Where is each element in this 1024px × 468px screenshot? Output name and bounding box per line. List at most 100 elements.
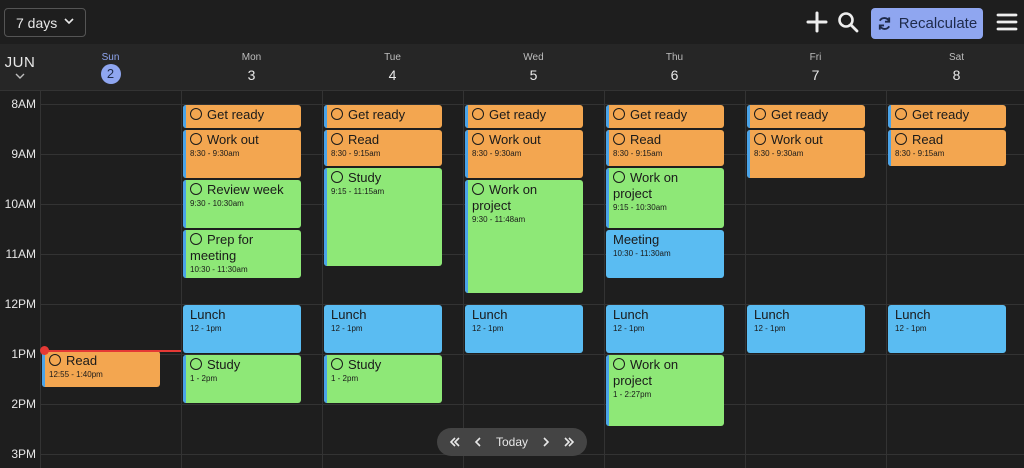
chevron-right-icon[interactable] [540,436,552,448]
event-time: 1 - 2pm [190,374,218,383]
event-read[interactable]: Read 12:55 - 1:40pm [42,351,160,387]
event-title: Get ready [331,107,436,123]
event-work-out[interactable]: Work out 8:30 - 9:30am [183,130,301,178]
event-study[interactable]: Study 1 - 2pm [183,355,301,403]
day-header-fri[interactable]: Fri 7 [745,44,886,83]
event-lunch[interactable]: Lunch 12 - 1pm [747,305,865,353]
event-title: Review week [190,182,295,198]
day-number: 3 [247,67,256,83]
day-header-sun[interactable]: Sun 2 [40,44,181,84]
calendar-grid[interactable]: 8AM 9AM 10AM 11AM 12PM 1PM 2PM 3PM Read 12:55 - 1… [0,90,1024,468]
task-checkbox-icon[interactable] [613,358,625,370]
event-title: Work out [754,132,859,148]
event-read[interactable]: Read 8:30 - 9:15am [888,130,1006,166]
event-lunch[interactable]: Lunch 12 - 1pm [465,305,583,353]
event-time: 9:30 - 10:30am [190,199,244,208]
day-name: Sun [101,52,120,63]
double-chevron-left-icon[interactable] [449,436,461,448]
event-prep-for-meeting[interactable]: Prep for meeting 10:30 - 11:30am [183,230,301,278]
top-toolbar: 7 days Recalculate [0,0,1024,44]
event-get-ready[interactable]: Get ready [324,105,442,128]
day-header-wed[interactable]: Wed 5 [463,44,604,83]
day-header-sat[interactable]: Sat 8 [886,44,1024,83]
hour-label: 11AM [5,247,36,261]
event-lunch[interactable]: Lunch 12 - 1pm [324,305,442,353]
double-chevron-right-icon[interactable] [563,436,575,448]
hour-label: 12PM [4,297,36,311]
event-lunch[interactable]: Lunch 12 - 1pm [606,305,724,353]
event-get-ready[interactable]: Get ready [465,105,583,128]
day-number: 6 [670,67,679,83]
task-checkbox-icon[interactable] [190,183,202,195]
task-checkbox-icon[interactable] [613,133,625,145]
view-range-select[interactable]: 7 days [4,8,86,37]
event-time: 1 - 2pm [331,374,359,383]
event-work-on-project[interactable]: Work on project 9:30 - 11:48am [465,180,583,293]
day-header-tue[interactable]: Tue 4 [322,44,463,83]
day-header-thu[interactable]: Thu 6 [604,44,745,83]
event-study[interactable]: Study 1 - 2pm [324,355,442,403]
today-button[interactable]: Today [496,435,528,449]
recalculate-button[interactable]: Recalculate [871,8,983,39]
event-work-out[interactable]: Work out 8:30 - 9:30am [465,130,583,178]
event-time: 9:15 - 10:30am [613,202,667,212]
hour-label: 3PM [11,447,36,461]
plus-icon[interactable] [805,10,829,34]
event-lunch[interactable]: Lunch 12 - 1pm [183,305,301,353]
task-checkbox-icon[interactable] [190,108,202,120]
event-work-on-project[interactable]: Work on project 1 - 2:27pm [606,355,724,426]
event-read[interactable]: Read 8:30 - 9:15am [606,130,724,166]
task-checkbox-icon[interactable] [49,354,61,366]
hamburger-menu-icon[interactable] [995,10,1019,34]
event-study[interactable]: Study 9:15 - 11:15am [324,167,442,266]
task-checkbox-icon[interactable] [331,108,343,120]
event-title: Get ready [472,107,577,123]
event-title: Prep for meeting [190,232,254,263]
task-checkbox-icon[interactable] [472,183,484,195]
event-title: Study [331,170,436,186]
event-time: 10:30 - 11:30am [613,249,671,258]
event-meeting[interactable]: Meeting 10:30 - 11:30am [606,230,724,278]
event-get-ready[interactable]: Get ready [747,105,865,128]
event-get-ready[interactable]: Get ready [183,105,301,128]
day-header-mon[interactable]: Mon 3 [181,44,322,83]
month-label[interactable]: JUN [0,54,40,71]
task-checkbox-icon[interactable] [331,170,343,183]
day-header: JUN Sun 2 Mon 3 Tue 4 Wed 5 Thu 6 Fri 7 Sat 8 [0,44,1024,91]
day-number: 8 [952,67,961,83]
chevron-left-icon[interactable] [472,436,484,448]
task-checkbox-icon[interactable] [331,133,343,145]
day-column-divider [604,90,605,468]
event-work-on-project[interactable]: Work on project 9:15 - 10:30am [606,167,724,228]
search-icon[interactable] [836,10,860,34]
event-time: 9:15 - 11:15am [331,186,385,196]
task-checkbox-icon[interactable] [190,358,202,370]
task-checkbox-icon[interactable] [190,133,202,145]
event-read[interactable]: Read 8:30 - 9:15am [324,130,442,166]
task-checkbox-icon[interactable] [472,133,484,145]
event-review-week[interactable]: Review week 9:30 - 10:30am [183,180,301,228]
event-time: 12 - 1pm [895,324,927,333]
task-checkbox-icon[interactable] [472,108,484,120]
task-checkbox-icon[interactable] [613,170,625,183]
event-time: 12 - 1pm [472,324,504,333]
refresh-icon [878,17,890,30]
chevron-down-icon[interactable] [14,72,26,81]
event-get-ready[interactable]: Get ready [888,105,1006,128]
event-title: Work on project [613,357,679,388]
task-checkbox-icon[interactable] [895,133,907,145]
current-time-line [44,350,181,352]
event-lunch[interactable]: Lunch 12 - 1pm [888,305,1006,353]
event-title: Work on project [472,182,538,213]
event-title: Study [190,357,295,373]
task-checkbox-icon[interactable] [754,133,766,145]
event-get-ready[interactable]: Get ready [606,105,724,128]
event-time: 10:30 - 11:30am [190,265,248,274]
task-checkbox-icon[interactable] [895,108,907,120]
event-time: 8:30 - 9:15am [331,149,381,158]
task-checkbox-icon[interactable] [331,358,343,370]
task-checkbox-icon[interactable] [613,108,625,120]
task-checkbox-icon[interactable] [190,233,202,245]
task-checkbox-icon[interactable] [754,108,766,120]
event-work-out[interactable]: Work out 8:30 - 9:30am [747,130,865,178]
